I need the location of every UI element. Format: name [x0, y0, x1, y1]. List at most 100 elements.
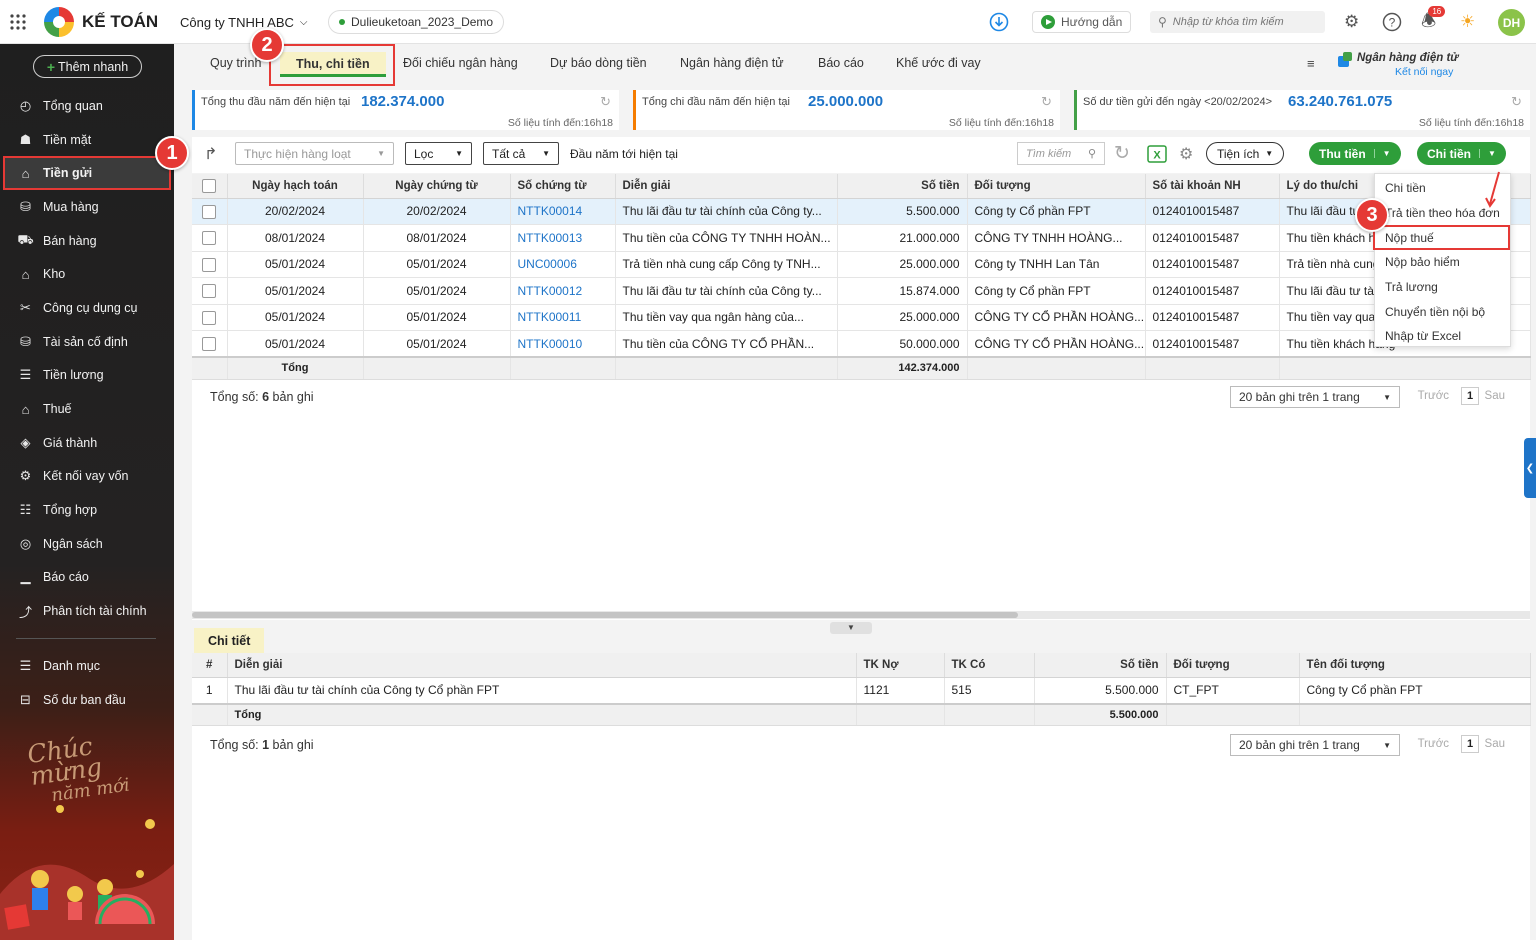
detail-row[interactable]: 1 Thu lãi đầu tư tài chính của Công ty Cổ…: [192, 677, 1531, 704]
next-page-button[interactable]: Sau: [1485, 390, 1505, 402]
refresh-icon[interactable]: ↻: [600, 94, 611, 110]
batch-action-select[interactable]: Thực hiện hàng loạt ▼: [235, 142, 394, 165]
column-header-1[interactable]: Ngày chứng từ: [363, 174, 511, 199]
side-panel-toggle-icon[interactable]: ❮: [1524, 438, 1536, 498]
cell-2[interactable]: NTTK00011: [510, 304, 616, 331]
receive-dropdown-icon[interactable]: ▼: [1373, 149, 1391, 158]
menu-item-4[interactable]: Trả lương: [1375, 275, 1510, 300]
tab-4[interactable]: Ngân hàng điện tử: [680, 56, 784, 70]
status-filter-select[interactable]: Tất cả ▼: [483, 142, 559, 165]
excel-export-icon[interactable]: X: [1147, 142, 1167, 165]
column-header-6[interactable]: Số tài khoản NH: [1145, 174, 1280, 199]
detail-column-header-5[interactable]: Đối tượng: [1166, 653, 1300, 678]
tab-5[interactable]: Báo cáo: [818, 56, 864, 70]
sidebar-item-6[interactable]: ✂ Công cụ dụng cụ: [0, 291, 174, 325]
table-row[interactable]: 05/01/2024 05/01/2024 NTTK00012 Thu lãi đầu…: [192, 277, 1531, 305]
notification-bell-icon[interactable]: 🕭 16: [1421, 0, 1446, 44]
menu-item-5[interactable]: Chuyển tiền nội bộ: [1375, 299, 1510, 324]
menu-item-6[interactable]: Nhập từ Excel: [1375, 324, 1510, 349]
menu-item-2[interactable]: Nộp thuế: [1373, 225, 1510, 251]
help-icon[interactable]: ?: [1382, 0, 1402, 44]
sidebar-item-3[interactable]: ⛁ Mua hàng: [0, 190, 174, 224]
row-checkbox[interactable]: [202, 310, 217, 325]
horizontal-scrollbar[interactable]: [192, 611, 1530, 619]
detail-column-header-4[interactable]: Số tiền: [1034, 653, 1167, 678]
sidebar-item-10[interactable]: ◈ Giá thành: [0, 426, 174, 460]
prev-page-button[interactable]: Trước: [1418, 390, 1449, 402]
detail-next-page-button[interactable]: Sau: [1485, 738, 1505, 750]
cell-2[interactable]: UNC00006: [510, 251, 616, 278]
apps-grid-icon[interactable]: [10, 0, 32, 44]
refresh-icon[interactable]: ↻: [1041, 94, 1052, 110]
global-search[interactable]: ⚲: [1150, 11, 1325, 33]
table-row[interactable]: 05/01/2024 05/01/2024 UNC00006 Trả tiền nhà…: [192, 251, 1531, 278]
grid-settings-icon[interactable]: ⚙: [1179, 142, 1193, 165]
company-selector[interactable]: Công ty TNHH ABC ⌵: [180, 0, 308, 44]
gift-icon[interactable]: ☀: [1460, 0, 1475, 44]
detail-tab[interactable]: Chi tiết: [194, 628, 265, 656]
tab-2[interactable]: Đối chiếu ngân hàng: [403, 56, 518, 70]
page-size-select[interactable]: 20 bản ghi trên 1 trang ▼: [1230, 386, 1400, 408]
refresh-icon[interactable]: ↻: [1511, 94, 1522, 110]
e-banking-link[interactable]: ≡ Ngân hàng điện tử Kết nối ngay: [1307, 50, 1534, 80]
cell-2[interactable]: NTTK00012: [510, 277, 616, 305]
pay-money-button[interactable]: Chi tiền ▼: [1417, 142, 1506, 165]
table-row[interactable]: 05/01/2024 05/01/2024 NTTK00011 Thu tiền va…: [192, 304, 1531, 331]
tab-0[interactable]: Quy trình: [210, 56, 261, 70]
column-header-5[interactable]: Đối tượng: [967, 174, 1146, 199]
detail-column-header-3[interactable]: TK Có: [944, 653, 1035, 678]
cell-2[interactable]: NTTK00013: [510, 224, 616, 252]
table-row[interactable]: 05/01/2024 05/01/2024 NTTK00010 Thu tiền củ…: [192, 330, 1531, 358]
sidebar-item-0[interactable]: ◴ Tổng quan: [0, 89, 174, 123]
user-avatar[interactable]: DH: [1498, 9, 1525, 36]
quick-add-button[interactable]: + Thêm nhanh: [33, 55, 142, 78]
current-page[interactable]: 1: [1461, 387, 1479, 405]
row-checkbox[interactable]: [202, 204, 217, 219]
row-checkbox[interactable]: [202, 257, 217, 272]
filter-button[interactable]: Lọc ▼: [405, 142, 472, 165]
table-row[interactable]: 08/01/2024 08/01/2024 NTTK00013 Thu tiền củ…: [192, 224, 1531, 252]
grid-search[interactable]: Tìm kiếm ⚲: [1017, 142, 1105, 165]
select-all-checkbox[interactable]: [202, 178, 217, 193]
cell-2[interactable]: NTTK00010: [510, 330, 616, 358]
receive-money-button[interactable]: Thu tiền ▼: [1309, 142, 1401, 165]
sidebar-item-2[interactable]: ⌂ Tiền gửi: [3, 156, 171, 191]
row-checkbox[interactable]: [202, 284, 217, 299]
detail-column-header-6[interactable]: Tên đối tượng: [1299, 653, 1531, 678]
customize-columns-icon[interactable]: ≡: [1307, 56, 1315, 71]
pay-dropdown-icon[interactable]: ▼: [1479, 149, 1496, 158]
tab-6[interactable]: Khế ước đi vay: [896, 56, 981, 70]
sidebar-item-8[interactable]: ☰ Tiền lương: [0, 359, 174, 393]
sidebar-item-11[interactable]: ⚙ Kết nối vay vốn: [0, 460, 174, 494]
settings-icon[interactable]: ⚙: [1344, 0, 1359, 44]
cell-2[interactable]: NTTK00014: [510, 198, 616, 225]
sidebar-item-1[interactable]: ☗ Tiền mặt: [0, 123, 174, 157]
sidebar-item-15[interactable]: ⤴ Phân tích tài chính: [0, 594, 174, 628]
detail-column-header-1[interactable]: Diễn giải: [227, 653, 857, 678]
sidebar-item-13[interactable]: ◎ Ngân sách: [0, 527, 174, 561]
sidebar-item-14[interactable]: ▁ Báo cáo: [0, 561, 174, 595]
sidebar-item-7[interactable]: ⛁ Tài sản cố định: [0, 325, 174, 359]
guide-button[interactable]: Hướng dẫn: [1032, 11, 1132, 33]
stat-value[interactable]: 63.240.761.075: [1288, 93, 1392, 110]
sidebar-bottom-item-1[interactable]: ⊟ Số dư ban đầu: [0, 683, 174, 717]
column-header-0[interactable]: Ngày hạch toán: [227, 174, 364, 199]
tab-3[interactable]: Dự báo dòng tiền: [550, 56, 647, 70]
detail-page-size-select[interactable]: 20 bản ghi trên 1 trang ▼: [1230, 734, 1400, 756]
sidebar-bottom-item-0[interactable]: ☰ Danh mục: [0, 649, 174, 683]
sidebar-item-12[interactable]: ☷ Tổng hợp: [0, 493, 174, 527]
column-header-2[interactable]: Số chứng từ: [510, 174, 616, 199]
stat-value[interactable]: 182.374.000: [361, 93, 444, 110]
stat-value[interactable]: 25.000.000: [808, 93, 883, 110]
sidebar-item-4[interactable]: ⛟ Bán hàng: [0, 224, 174, 258]
column-header-4[interactable]: Số tiền: [837, 174, 968, 199]
sidebar-item-9[interactable]: ⌂ Thuế: [0, 392, 174, 426]
database-selector[interactable]: Dulieuketoan_2023_Demo: [328, 10, 505, 34]
refresh-icon[interactable]: ↻: [1114, 142, 1130, 165]
download-icon[interactable]: [989, 0, 1009, 44]
app-logo[interactable]: KẾ TOÁN: [44, 0, 158, 44]
row-checkbox[interactable]: [202, 336, 217, 351]
global-search-input[interactable]: [1172, 16, 1313, 28]
column-header-3[interactable]: Diễn giải: [615, 174, 838, 199]
detail-column-header-0[interactable]: #: [192, 653, 228, 678]
